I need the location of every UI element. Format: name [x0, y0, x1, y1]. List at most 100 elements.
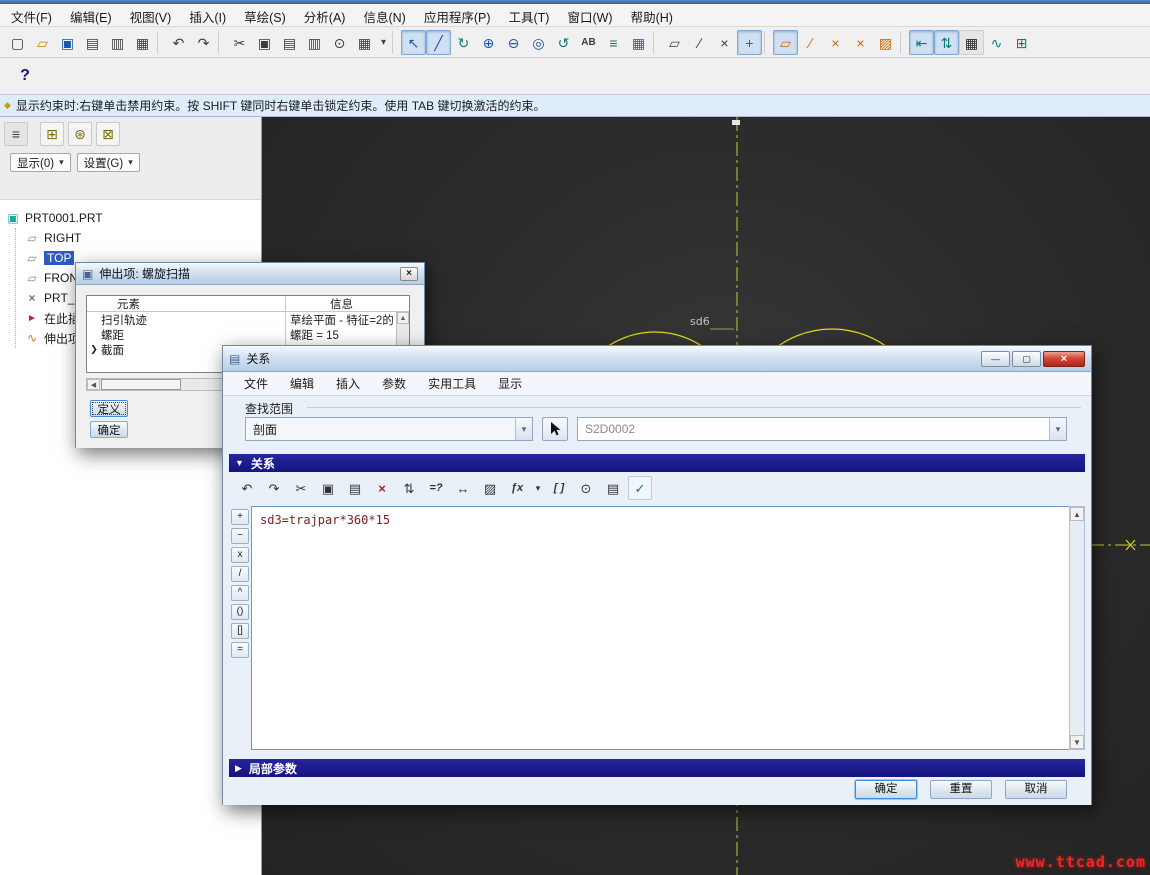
zoom-in-icon[interactable]: ⊕ — [476, 30, 501, 55]
sketch-setup-icon[interactable]: ▱ — [773, 30, 798, 55]
relations-menu-item[interactable]: 参数 — [371, 372, 417, 395]
toolbar-separator[interactable] — [392, 31, 399, 54]
grid-snap-icon[interactable]: ▦ — [959, 30, 984, 55]
scroll-down-icon[interactable]: ▼ — [1070, 735, 1084, 749]
spin-center-icon[interactable]: ↻ — [451, 30, 476, 55]
new-file-icon[interactable]: ▢ — [5, 30, 30, 55]
reset-button[interactable]: 重置 — [930, 780, 992, 799]
paste-icon[interactable]: ▤ — [277, 30, 302, 55]
datum-plane-display-icon[interactable]: ▱ — [662, 30, 687, 55]
save-icon[interactable]: ▣ — [55, 30, 80, 55]
select-arrow-icon[interactable]: ↖ — [401, 30, 426, 55]
erase-display-icon[interactable]: ▥ — [105, 30, 130, 55]
functions-icon[interactable]: ƒx — [505, 476, 529, 500]
zoom-out-icon[interactable]: ⊖ — [501, 30, 526, 55]
operator-button[interactable]: / — [231, 566, 249, 582]
cut-icon[interactable]: ✂ — [227, 30, 252, 55]
cancel-button[interactable]: 取消 — [1005, 780, 1067, 799]
minimize-icon[interactable]: — — [981, 351, 1010, 367]
operator-button[interactable]: = — [231, 642, 249, 658]
relations-menu-item[interactable]: 显示 — [487, 372, 533, 395]
dimension-icon[interactable]: ∕ — [798, 30, 823, 55]
scroll-up-icon[interactable]: ▲ — [1070, 507, 1084, 521]
close-icon[interactable]: × — [1043, 351, 1085, 367]
datum-axis-display-icon[interactable]: ∕ — [687, 30, 712, 55]
model-tree-icon[interactable]: ≡ — [4, 122, 28, 146]
relations-menu-item[interactable]: 插入 — [325, 372, 371, 395]
target-model-combo[interactable]: S2D0002 ▾ — [577, 417, 1067, 441]
sketch-display-icon[interactable]: ╱ — [426, 30, 451, 55]
chevron-down-icon[interactable]: ▾ — [515, 418, 532, 440]
element-table-row[interactable]: 扫引轨迹 草绘平面 - 特征=2的 — [87, 312, 409, 327]
menu-item[interactable]: 应用程序(P) — [415, 4, 500, 26]
relations-section-header[interactable]: ▼ 关系 — [229, 454, 1085, 472]
undo-icon[interactable]: ↶ — [235, 476, 259, 500]
ok-button[interactable]: 确定 — [855, 780, 917, 799]
toolbar-separator[interactable] — [218, 31, 225, 54]
feature-dialog-titlebar[interactable]: ▣ 伸出项: 螺旋扫描 × — [76, 263, 424, 285]
menu-item[interactable]: 视图(V) — [121, 4, 181, 26]
collapse-icon[interactable]: ▼ — [235, 458, 244, 468]
relations-menu-item[interactable]: 实用工具 — [417, 372, 487, 395]
menu-item[interactable]: 窗口(W) — [558, 4, 621, 26]
report-icon[interactable]: ▤ — [601, 476, 625, 500]
pick-arrow-button[interactable] — [542, 417, 568, 441]
relations-editor[interactable]: sd3=trajpar*360*15 — [251, 506, 1069, 750]
print-icon[interactable]: ▤ — [80, 30, 105, 55]
flip-icon[interactable]: ⇅ — [934, 30, 959, 55]
rename-icon[interactable]: AB — [576, 30, 601, 55]
folder-lock-icon[interactable]: ⊠ — [96, 122, 120, 146]
expand-icon[interactable]: ▶ — [235, 763, 242, 774]
menu-item[interactable]: 分析(A) — [295, 4, 355, 26]
relations-menu-item[interactable]: 文件 — [233, 372, 279, 395]
editor-vertical-scrollbar[interactable]: ▲ ▼ — [1069, 506, 1085, 750]
scroll-left-icon[interactable]: ◀ — [87, 379, 100, 390]
element-table-row[interactable]: 螺距 螺距 = 15 — [87, 327, 409, 342]
find-icon[interactable]: ⊙ — [574, 476, 598, 500]
menu-item[interactable]: 帮助(H) — [622, 4, 682, 26]
insert-image-icon[interactable]: ▨ — [478, 476, 502, 500]
sort-relations-icon[interactable]: ⇅ — [397, 476, 421, 500]
grid-icon[interactable]: ▦ — [352, 30, 377, 55]
toolbar-separator[interactable] — [653, 31, 660, 54]
accept-icon[interactable]: ⇤ — [909, 30, 934, 55]
tree-settings-button[interactable]: 设置(G) ▾ — [77, 153, 140, 172]
context-help-icon[interactable]: ? — [12, 63, 38, 89]
undo-icon[interactable]: ↶ — [166, 30, 191, 55]
operator-button[interactable]: [] — [231, 623, 249, 639]
scrollbar-thumb[interactable] — [101, 379, 181, 390]
menu-item[interactable]: 文件(F) — [2, 4, 61, 26]
operator-button[interactable]: () — [231, 604, 249, 620]
palette-icon[interactable]: ▨ — [873, 30, 898, 55]
tool-options-caret-icon[interactable]: ▾ — [377, 30, 390, 55]
more-tools-icon[interactable]: ⊞ — [1009, 30, 1034, 55]
view-manager-icon[interactable]: ▦ — [626, 30, 651, 55]
analysis-icon[interactable]: ∿ — [984, 30, 1009, 55]
csys-display-icon[interactable]: + — [737, 30, 762, 55]
functions-caret-icon[interactable]: ▾ — [532, 476, 544, 500]
operator-button[interactable]: ^ — [231, 585, 249, 601]
redo-icon[interactable]: ↷ — [191, 30, 216, 55]
relations-dialog-titlebar[interactable]: ▤ 关系 — ▢ × — [223, 346, 1091, 372]
menu-item[interactable]: 信息(N) — [354, 4, 414, 26]
units-icon[interactable]: ↔ — [451, 476, 475, 500]
delete-icon[interactable]: × — [370, 476, 394, 500]
redo-icon[interactable]: ↷ — [262, 476, 286, 500]
tree-root-item[interactable]: ▣ PRT0001.PRT — [6, 208, 261, 228]
datum-point-display-icon[interactable]: × — [712, 30, 737, 55]
folder-star-icon[interactable]: ⊛ — [68, 122, 92, 146]
operator-button[interactable]: x — [231, 547, 249, 563]
scroll-up-icon[interactable]: ▲ — [397, 312, 409, 324]
relations-menu-item[interactable]: 编辑 — [279, 372, 325, 395]
reorient-view-icon[interactable]: ↺ — [551, 30, 576, 55]
local-parameters-header[interactable]: ▶ 局部参数 — [229, 759, 1085, 777]
operator-button[interactable]: − — [231, 528, 249, 544]
close-icon[interactable]: × — [400, 267, 418, 281]
feature-ok-button[interactable]: 确定 — [90, 421, 128, 438]
open-icon[interactable]: ▱ — [30, 30, 55, 55]
find-icon[interactable]: ⊙ — [327, 30, 352, 55]
menu-item[interactable]: 工具(T) — [500, 4, 559, 26]
operator-button[interactable]: + — [231, 509, 249, 525]
delete-old-versions-icon[interactable]: ▦ — [130, 30, 155, 55]
paste-icon[interactable]: ▤ — [343, 476, 367, 500]
